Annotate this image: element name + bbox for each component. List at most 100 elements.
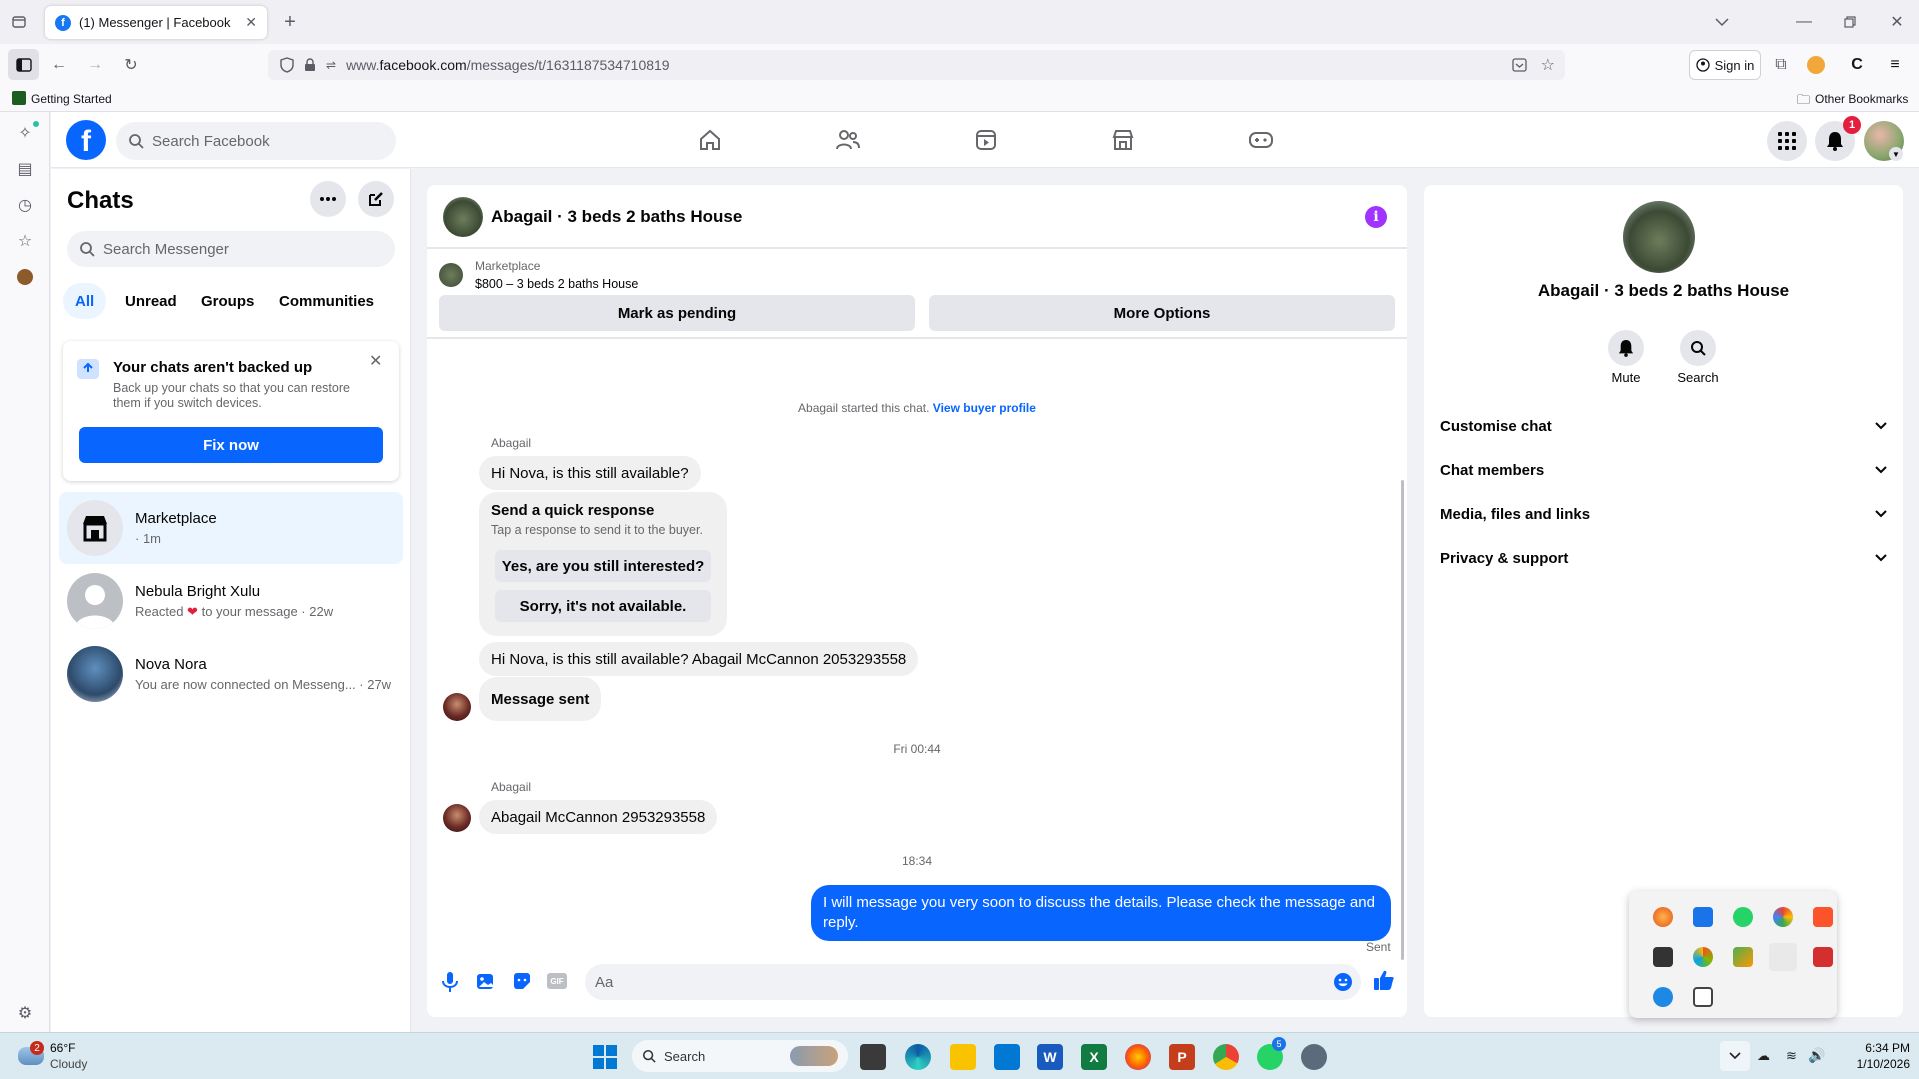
tray-security-icon[interactable] [1653, 987, 1673, 1007]
new-tab-icon[interactable]: + [279, 11, 301, 33]
store-icon[interactable] [994, 1044, 1020, 1070]
clock-date[interactable]: 1/10/2026 [1838, 1057, 1910, 1071]
lock-icon[interactable] [304, 58, 316, 72]
shield-icon[interactable] [280, 57, 294, 73]
windows-start-icon[interactable] [593, 1045, 617, 1069]
bookmark-other[interactable]: Other Bookmarks [1815, 92, 1908, 106]
mute-button[interactable] [1608, 330, 1644, 366]
tray-overflow-chevron-icon[interactable] [1720, 1041, 1750, 1071]
close-tab-icon[interactable]: ✕ [245, 14, 257, 31]
reload-icon[interactable]: ↻ [120, 54, 142, 76]
customise-chat-section[interactable]: Customise chat [1440, 408, 1887, 444]
new-message-button[interactable] [358, 181, 394, 217]
message-input[interactable]: Aa [585, 964, 1361, 1000]
word-icon[interactable]: W [1037, 1044, 1063, 1070]
photo-icon[interactable] [476, 971, 496, 991]
forward-icon[interactable]: → [84, 54, 106, 76]
tray-pdf-icon[interactable] [1813, 947, 1833, 967]
gaming-nav-icon[interactable] [1206, 114, 1316, 166]
chrome-icon[interactable] [1213, 1044, 1239, 1070]
volume-icon[interactable]: 🔊 [1808, 1047, 1825, 1064]
tray-device-icon[interactable] [1693, 987, 1713, 1007]
listing-thumbnail[interactable] [439, 263, 463, 287]
microphone-icon[interactable] [441, 971, 459, 993]
sidebar-toggle-icon[interactable] [8, 49, 39, 80]
bookmark-star-icon[interactable]: ☆ [1541, 55, 1555, 75]
view-buyer-profile-link[interactable]: View buyer profile [933, 401, 1036, 415]
close-banner-icon[interactable]: ✕ [369, 351, 382, 371]
bookmark-getting-started[interactable]: Getting Started [31, 92, 112, 106]
cookie-extension-icon[interactable] [17, 269, 33, 285]
sender-avatar[interactable] [443, 693, 471, 721]
cloud-offline-icon[interactable]: ☁ [1757, 1048, 1770, 1064]
tray-brave-icon[interactable] [1813, 907, 1833, 927]
house-profile-photo[interactable] [1623, 201, 1695, 273]
minimize-window-icon[interactable]: — [1793, 11, 1815, 33]
sign-in-button[interactable]: Sign in [1689, 50, 1761, 80]
tab-list-icon[interactable] [8, 11, 30, 33]
sender-avatar[interactable] [443, 804, 471, 832]
weather-condition[interactable]: Cloudy [50, 1057, 87, 1071]
chat-item-nebula[interactable]: Nebula Bright Xulu Reacted ❤ to your mes… [59, 565, 403, 637]
app-icon[interactable] [1301, 1044, 1327, 1070]
gif-icon[interactable]: GIF [547, 973, 567, 989]
tray-app-icon[interactable] [1733, 947, 1753, 967]
close-window-icon[interactable]: ✕ [1886, 11, 1908, 33]
permissions-icon[interactable]: ⇌ [326, 58, 336, 72]
extension-fox-icon[interactable] [1807, 56, 1825, 74]
like-thumb-icon[interactable] [1373, 969, 1395, 991]
friends-nav-icon[interactable] [793, 114, 903, 166]
tray-info-icon[interactable] [1693, 907, 1713, 927]
message-bubble[interactable]: Hi Nova, is this still available? Abagai… [479, 642, 919, 676]
video-nav-icon[interactable] [931, 114, 1041, 166]
quick-response-no-button[interactable]: Sorry, it's not available. [495, 590, 711, 622]
filter-unread[interactable]: Unread [113, 283, 189, 319]
tray-pen-icon[interactable] [1769, 943, 1797, 971]
conversation-title[interactable]: Abagail · 3 beds 2 baths House [491, 207, 742, 227]
taskbar-search[interactable]: Search [632, 1040, 848, 1072]
restore-window-icon[interactable] [1839, 11, 1861, 33]
weather-temp[interactable]: 66°F [50, 1041, 75, 1055]
facebook-search[interactable]: Search Facebook [116, 122, 396, 160]
filter-all[interactable]: All [63, 283, 107, 319]
extension-c-icon[interactable]: C [1846, 54, 1868, 76]
mark-as-pending-button[interactable]: Mark as pending [439, 295, 915, 331]
filter-groups[interactable]: Groups [189, 283, 266, 319]
tray-whatsapp-icon[interactable] [1733, 907, 1753, 927]
message-bubble[interactable]: Message sent [479, 677, 602, 721]
messenger-search-input[interactable]: Search Messenger [67, 231, 395, 267]
chat-item-nova[interactable]: Nova Nora You are now connected on Messe… [59, 638, 403, 710]
info-icon[interactable]: i [1365, 206, 1387, 228]
filter-communities[interactable]: Communities [267, 283, 386, 319]
message-bubble[interactable]: Hi Nova, is this still available? [479, 456, 701, 490]
save-to-pocket-icon[interactable] [1512, 58, 1527, 72]
facebook-logo[interactable]: f [66, 120, 106, 160]
listing-title[interactable]: $800 – 3 beds 2 baths House [475, 277, 638, 291]
account-chevron-icon[interactable]: ▼ [1889, 147, 1903, 161]
browser-tab[interactable]: f (1) Messenger | Facebook ✕ [45, 6, 267, 39]
marketplace-nav-icon[interactable] [1068, 114, 1178, 166]
tray-usb-icon[interactable] [1653, 947, 1673, 967]
fix-now-button[interactable]: Fix now [79, 427, 383, 463]
list-all-tabs-icon[interactable] [1711, 11, 1733, 33]
chat-members-section[interactable]: Chat members [1440, 452, 1887, 488]
history-icon[interactable]: ◷ [14, 194, 36, 216]
back-icon[interactable]: ← [48, 54, 70, 76]
file-explorer-icon[interactable] [950, 1044, 976, 1070]
synced-tabs-icon[interactable]: ▤ [14, 158, 36, 180]
address-bar[interactable]: ⇌ www. facebook.com/messages/t/1631187534… [268, 50, 1565, 80]
privacy-support-section[interactable]: Privacy & support [1440, 540, 1887, 576]
chat-item-marketplace[interactable]: Marketplace · 1m [59, 492, 403, 564]
powerpoint-icon[interactable]: P [1169, 1044, 1195, 1070]
wifi-icon[interactable]: ≋ [1786, 1048, 1797, 1064]
emoji-icon[interactable] [1333, 972, 1353, 992]
sticker-icon[interactable] [512, 971, 532, 991]
quick-response-yes-button[interactable]: Yes, are you still interested? [495, 550, 711, 582]
clock-time[interactable]: 6:34 PM [1848, 1041, 1910, 1055]
more-options-button[interactable]: More Options [929, 295, 1395, 331]
search-in-chat-button[interactable] [1680, 330, 1716, 366]
customize-sidebar-icon[interactable]: ⚙ [14, 1002, 36, 1024]
message-scrollbar[interactable] [1401, 480, 1404, 960]
firefox-icon[interactable] [1125, 1044, 1151, 1070]
extensions-icon[interactable]: ⧉ [1770, 54, 1792, 76]
